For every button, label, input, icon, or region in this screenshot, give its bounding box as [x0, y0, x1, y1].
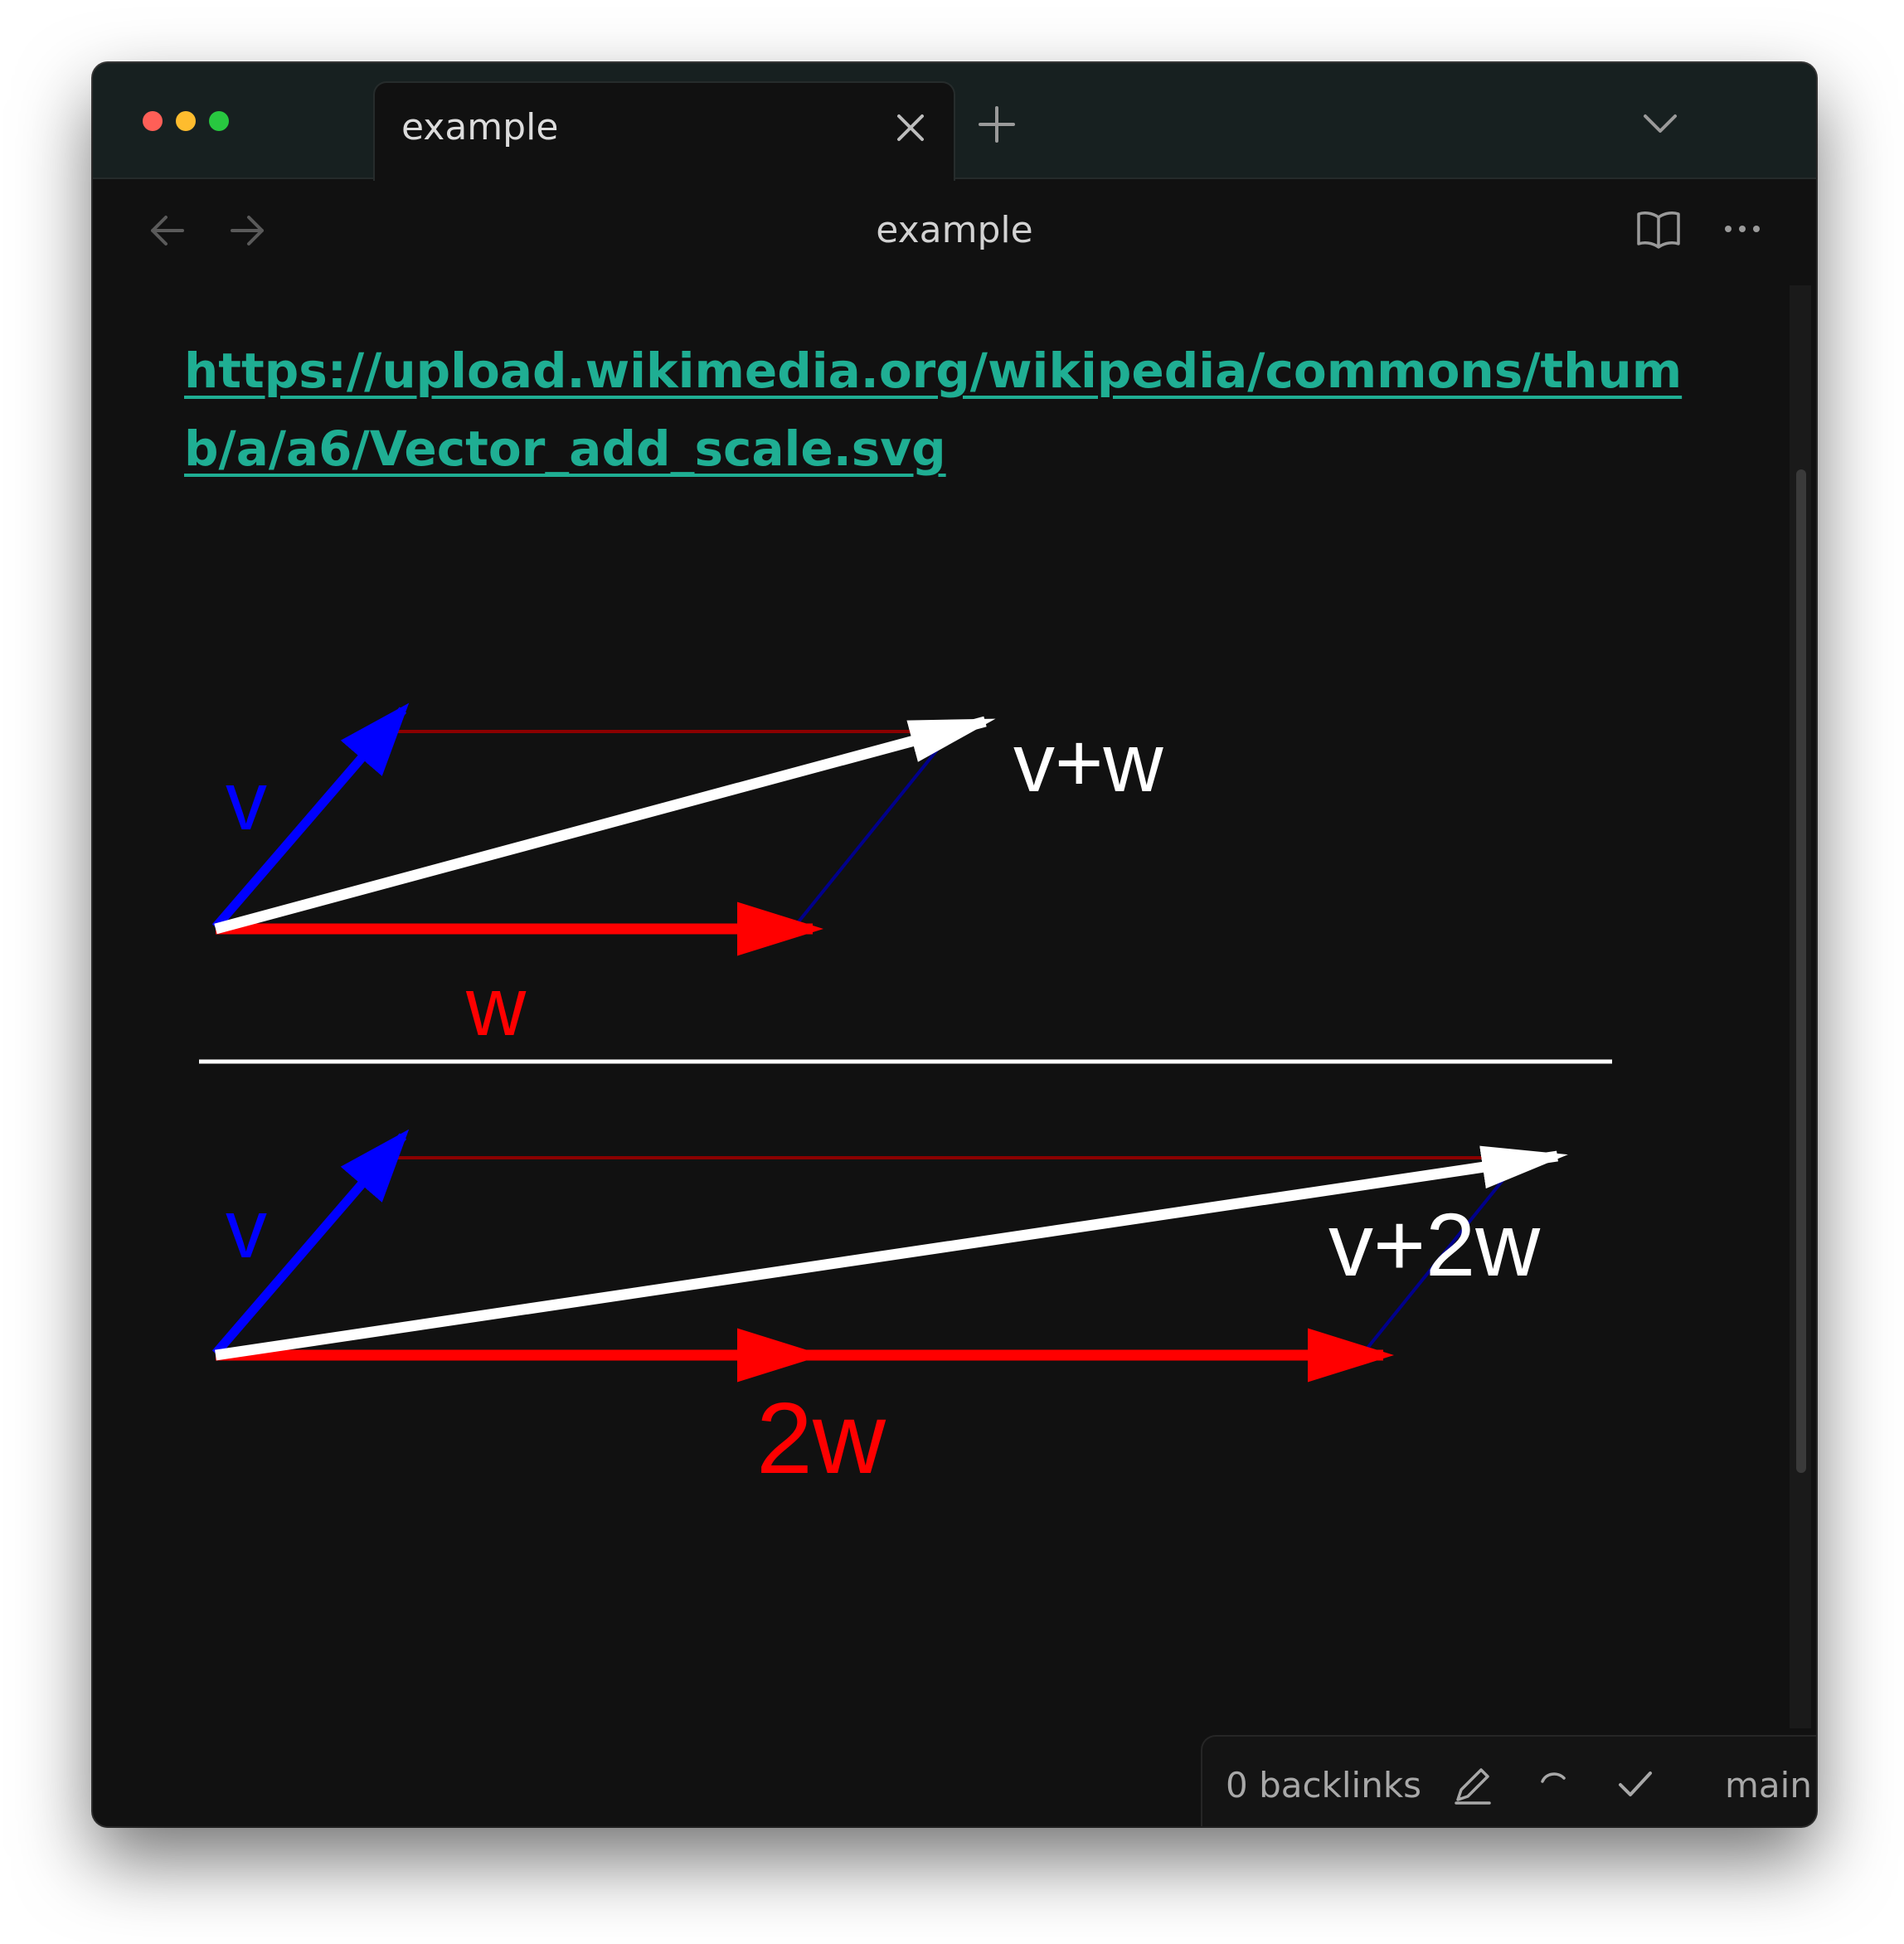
- app-window: example example https://upload.wikimedia…: [93, 63, 1816, 1826]
- backlinks-count[interactable]: 0 backlinks: [1226, 1765, 1421, 1805]
- status-bar: 0 backlinks main: [1201, 1735, 1816, 1826]
- bottom-v-label: v: [226, 1183, 267, 1276]
- bottom-w-label: 2w: [756, 1382, 886, 1494]
- close-icon[interactable]: [894, 111, 927, 144]
- top-v-label: v: [226, 755, 267, 848]
- tab-example[interactable]: example: [373, 81, 955, 181]
- check-icon[interactable]: [1614, 1763, 1657, 1806]
- view-header: example: [93, 179, 1816, 279]
- top-sum-arrow: [214, 716, 996, 935]
- bottom-sum-label: v+2w: [1328, 1194, 1541, 1295]
- note-content: https://upload.wikimedia.org/wikipedia/c…: [93, 279, 1793, 1826]
- close-window-button[interactable]: [143, 111, 163, 131]
- chevron-down-icon[interactable]: [1640, 109, 1680, 139]
- top-sum-label: v+w: [1013, 717, 1163, 809]
- book-open-icon[interactable]: [1635, 207, 1682, 250]
- view-title: example: [876, 209, 1033, 251]
- top-w-label: w: [465, 960, 527, 1053]
- tab-label: example: [401, 106, 559, 148]
- title-bar: example: [93, 63, 1816, 181]
- pencil-icon[interactable]: [1451, 1763, 1494, 1806]
- minimize-window-button[interactable]: [176, 111, 196, 131]
- more-horizontal-icon[interactable]: [1723, 221, 1761, 237]
- plus-icon[interactable]: [977, 104, 1017, 144]
- zoom-window-button[interactable]: [209, 111, 229, 131]
- sync-icon[interactable]: [1532, 1763, 1576, 1806]
- top-guide-blue-line: [791, 730, 954, 931]
- git-branch-label[interactable]: main: [1725, 1765, 1812, 1805]
- vector-addition-figure: v w v+w v 2w v+2w: [199, 702, 1612, 1494]
- scrollbar-thumb[interactable]: [1796, 469, 1806, 1473]
